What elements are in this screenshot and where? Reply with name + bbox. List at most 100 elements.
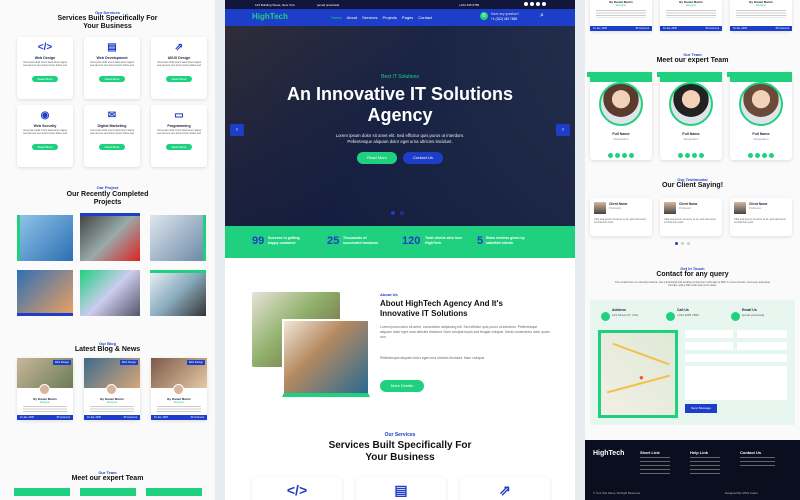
footer-links[interactable] xyxy=(640,457,670,477)
team-card-header xyxy=(730,72,792,82)
twitter-icon[interactable] xyxy=(685,153,690,158)
linkedin-icon[interactable] xyxy=(629,153,634,158)
carousel-next-button[interactable]: › xyxy=(556,124,570,136)
project-image[interactable] xyxy=(150,215,206,261)
carousel-dot[interactable] xyxy=(400,211,404,215)
brand-logo[interactable]: HighTech xyxy=(252,12,288,21)
blog-footer: 01 Jan, 2045 15 Comment xyxy=(660,26,722,31)
blog-category-badge[interactable]: Web Design xyxy=(186,360,205,365)
phone-field[interactable] xyxy=(685,342,733,350)
instagram-icon[interactable] xyxy=(762,153,767,158)
name-field[interactable] xyxy=(685,330,733,338)
service-card[interactable]: ◉ Web Security Amet justo dolor lorem kasd… xyxy=(17,105,73,167)
team-card[interactable]: Full Name Designation xyxy=(587,72,652,160)
message-field[interactable] xyxy=(685,366,787,400)
footer-logo[interactable]: HighTech xyxy=(593,450,624,457)
facebook-icon[interactable] xyxy=(524,2,528,6)
search-icon[interactable]: ⌕ xyxy=(540,12,544,20)
client-avatar xyxy=(734,202,746,214)
testimonial-dot[interactable] xyxy=(681,242,684,245)
carousel-prev-button[interactable]: ‹ xyxy=(230,124,244,136)
service-card[interactable]: ▭ Programming Amet justo dolor lorem kasd … xyxy=(151,105,207,167)
nav-item[interactable]: About xyxy=(347,15,357,20)
envelope-icon xyxy=(731,312,740,322)
read-more-button[interactable]: Read More xyxy=(166,144,192,150)
blog-date: 01 Jan, 2045 xyxy=(663,27,677,30)
read-more-button[interactable]: Read More xyxy=(99,76,125,82)
read-more-button[interactable]: Read More xyxy=(166,76,192,82)
about-paragraph: Pellentesque aliquam dolor eget urna ult… xyxy=(380,356,485,360)
instagram-icon[interactable] xyxy=(692,153,697,158)
topbar-email[interactable]: [email protected] xyxy=(317,3,339,7)
twitter-icon[interactable] xyxy=(530,2,534,6)
linkedin-icon[interactable] xyxy=(536,2,540,6)
facebook-icon[interactable] xyxy=(678,153,683,158)
nav-item[interactable]: Contact xyxy=(418,15,432,20)
blog-card[interactable]: Web Design By Daniel Martin Designer 01 Jan… xyxy=(84,358,140,420)
service-card[interactable]: </> Web Design Amet justo dolor lorem kasd… xyxy=(17,37,73,99)
testimonial-text: Clita erat ipsum et lorem et sit, sed st… xyxy=(594,218,647,225)
blog-card[interactable]: By Daniel Martin Designer 01 Jan, 2045 15 C… xyxy=(590,0,652,31)
twitter-icon[interactable] xyxy=(755,153,760,158)
service-card[interactable]: ▤ xyxy=(356,477,446,500)
blog-card[interactable]: By Daniel Martin Designer 01 Jan, 2045 15 C… xyxy=(730,0,792,31)
nav-item[interactable]: Home xyxy=(331,15,342,20)
about-more-button[interactable]: More Details xyxy=(380,380,424,392)
contact-info-email: Email Us [email protected] xyxy=(730,308,764,326)
blog-author-role: Designer xyxy=(755,4,767,7)
blog-card[interactable]: By Daniel Martin Designer 01 Jan, 2045 15 C… xyxy=(660,0,722,31)
hero-title: An Innovative IT Solutions Agency xyxy=(286,84,513,125)
blog-card[interactable]: Web Design By Daniel Martin Designer 01 Jan… xyxy=(151,358,207,420)
blog-date: 01 Jan, 2045 xyxy=(733,27,747,30)
external-link-icon: ⇗ xyxy=(499,482,511,498)
twitter-icon[interactable] xyxy=(615,153,620,158)
project-image[interactable] xyxy=(80,213,140,261)
service-card[interactable]: ⇗ xyxy=(460,477,550,500)
project-image[interactable] xyxy=(150,270,206,316)
read-more-button[interactable]: Read More xyxy=(32,144,58,150)
email-field[interactable] xyxy=(737,330,787,338)
external-link-icon: ⇗ xyxy=(174,42,184,53)
service-card[interactable]: ⇗ UI/UX Design Amet justo dolor lorem kasd… xyxy=(151,37,207,99)
team-card[interactable]: Full Name Designation xyxy=(727,72,792,163)
service-card[interactable]: ▤ Web Development Amet justo dolor lorem k… xyxy=(84,37,140,99)
author-avatar xyxy=(106,384,117,395)
nav-item[interactable]: Projects xyxy=(382,15,396,20)
hero-read-more-button[interactable]: Read More xyxy=(357,152,397,164)
footer-links[interactable] xyxy=(690,457,720,477)
instagram-icon[interactable] xyxy=(622,153,627,158)
instagram-icon[interactable] xyxy=(542,2,546,6)
facebook-icon[interactable] xyxy=(748,153,753,158)
service-card[interactable]: </> xyxy=(252,477,342,500)
subject-field[interactable] xyxy=(685,354,787,362)
testimonial-dot[interactable] xyxy=(687,242,690,245)
read-more-button[interactable]: Read More xyxy=(99,144,125,150)
blog-footer: 01 Jan, 2045 15 Comment xyxy=(590,26,652,31)
topbar-address: 123 Building Street, New York xyxy=(255,3,295,7)
service-card[interactable]: ✉ Digital Marketing Amet justo dolor lorem… xyxy=(84,105,140,167)
stat-item: 5 Stars reviews given by satisfied client… xyxy=(477,235,549,249)
send-message-button[interactable]: Send Message xyxy=(685,404,717,413)
help-phone: +1 (202) 445 7865 xyxy=(491,17,518,21)
contact-map[interactable]: ● xyxy=(598,330,678,418)
project-image[interactable] xyxy=(17,215,73,261)
hero-contact-button[interactable]: Contact Us xyxy=(403,152,443,164)
project-image[interactable] xyxy=(17,270,73,316)
testimonial-dot[interactable] xyxy=(675,242,678,245)
carousel-dot[interactable] xyxy=(391,211,395,215)
linkedin-icon[interactable] xyxy=(769,153,774,158)
blog-category-badge[interactable]: Web Design xyxy=(52,360,71,365)
facebook-icon[interactable] xyxy=(608,153,613,158)
nav-item[interactable]: Pages xyxy=(402,15,413,20)
nav-item[interactable]: Services xyxy=(362,15,377,20)
client-avatar xyxy=(594,202,606,214)
linkedin-icon[interactable] xyxy=(699,153,704,158)
blog-category-badge[interactable]: Web Design xyxy=(119,360,138,365)
project-field[interactable] xyxy=(737,342,787,350)
team-social-icons xyxy=(730,145,792,163)
blog-card[interactable]: Web Design By Daniel Martin Designer 01 Jan… xyxy=(17,358,73,420)
read-more-button[interactable]: Read More xyxy=(32,76,58,82)
team-card[interactable]: Full Name Designation xyxy=(657,72,722,160)
laptop-icon: ▭ xyxy=(174,110,184,121)
project-image[interactable] xyxy=(80,270,140,316)
